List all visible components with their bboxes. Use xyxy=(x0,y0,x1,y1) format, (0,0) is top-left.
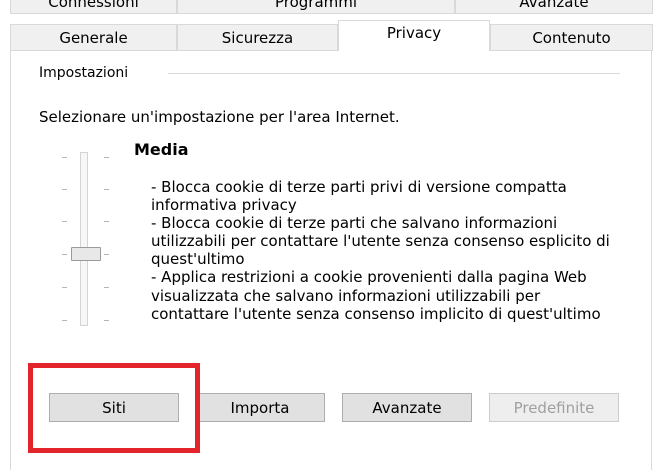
tab-programmi-label: Programmi xyxy=(274,0,358,11)
slider-tick xyxy=(104,320,109,321)
tab-connessioni[interactable]: Connessioni xyxy=(10,0,177,14)
slider-track[interactable] xyxy=(80,152,88,326)
tab-privacy-label: Privacy xyxy=(386,24,442,42)
sites-button[interactable]: Siti xyxy=(49,393,179,422)
description-line: quest'ultimo xyxy=(151,250,245,269)
slider-tick xyxy=(62,287,67,288)
description-line: - Blocca cookie di terze parti che salva… xyxy=(151,214,558,233)
tab-sicurezza[interactable]: Sicurezza xyxy=(177,24,338,51)
slider-tick xyxy=(104,189,109,190)
slider-tick xyxy=(62,320,67,321)
description-line: visualizzata che salvano informazioni ut… xyxy=(151,286,541,305)
tab-sicurezza-label: Sicurezza xyxy=(221,28,294,47)
tab-contenuto[interactable]: Contenuto xyxy=(490,24,653,51)
slider-thumb[interactable] xyxy=(71,247,101,261)
description-line: - Blocca cookie di terze parti privi di … xyxy=(151,178,567,196)
tab-privacy[interactable]: Privacy xyxy=(338,20,490,51)
description-line: contattare l'utente senza consenso impli… xyxy=(151,304,601,323)
settings-group-label: Impostazioni xyxy=(39,65,129,81)
slider-tick xyxy=(62,157,67,158)
description-line: utilizzabili per contattare l'utente sen… xyxy=(151,232,610,251)
tab-contenuto-label: Contenuto xyxy=(532,28,611,47)
import-button[interactable]: Importa xyxy=(195,393,325,422)
slider-tick xyxy=(104,287,109,288)
slider-tick xyxy=(62,254,67,255)
slider-tick xyxy=(104,221,109,222)
slider-tick xyxy=(104,254,109,255)
tab-generale[interactable]: Generale xyxy=(10,24,177,51)
privacy-level-title: Media xyxy=(134,140,189,159)
default-button[interactable]: Predefinite xyxy=(489,393,619,422)
advanced-button[interactable]: Avanzate xyxy=(342,393,472,422)
tab-programmi[interactable]: Programmi xyxy=(177,0,455,14)
slider-tick xyxy=(62,189,67,190)
tab-avanzate-label: Avanzate xyxy=(519,0,589,11)
tab-generale-label: Generale xyxy=(59,28,128,47)
privacy-level-description: - Blocca cookie di terze parti privi di … xyxy=(151,178,610,323)
tab-connessioni-label: Connessioni xyxy=(48,0,139,11)
description-line: informativa privacy xyxy=(151,196,297,215)
group-divider xyxy=(168,73,620,74)
slider-tick xyxy=(62,221,67,222)
slider-tick xyxy=(104,157,109,158)
description-line: - Applica restrizioni a cookie provenien… xyxy=(151,268,587,287)
settings-prompt: Selezionare un'impostazione per l'area I… xyxy=(39,108,400,126)
tab-avanzate[interactable]: Avanzate xyxy=(455,0,653,14)
